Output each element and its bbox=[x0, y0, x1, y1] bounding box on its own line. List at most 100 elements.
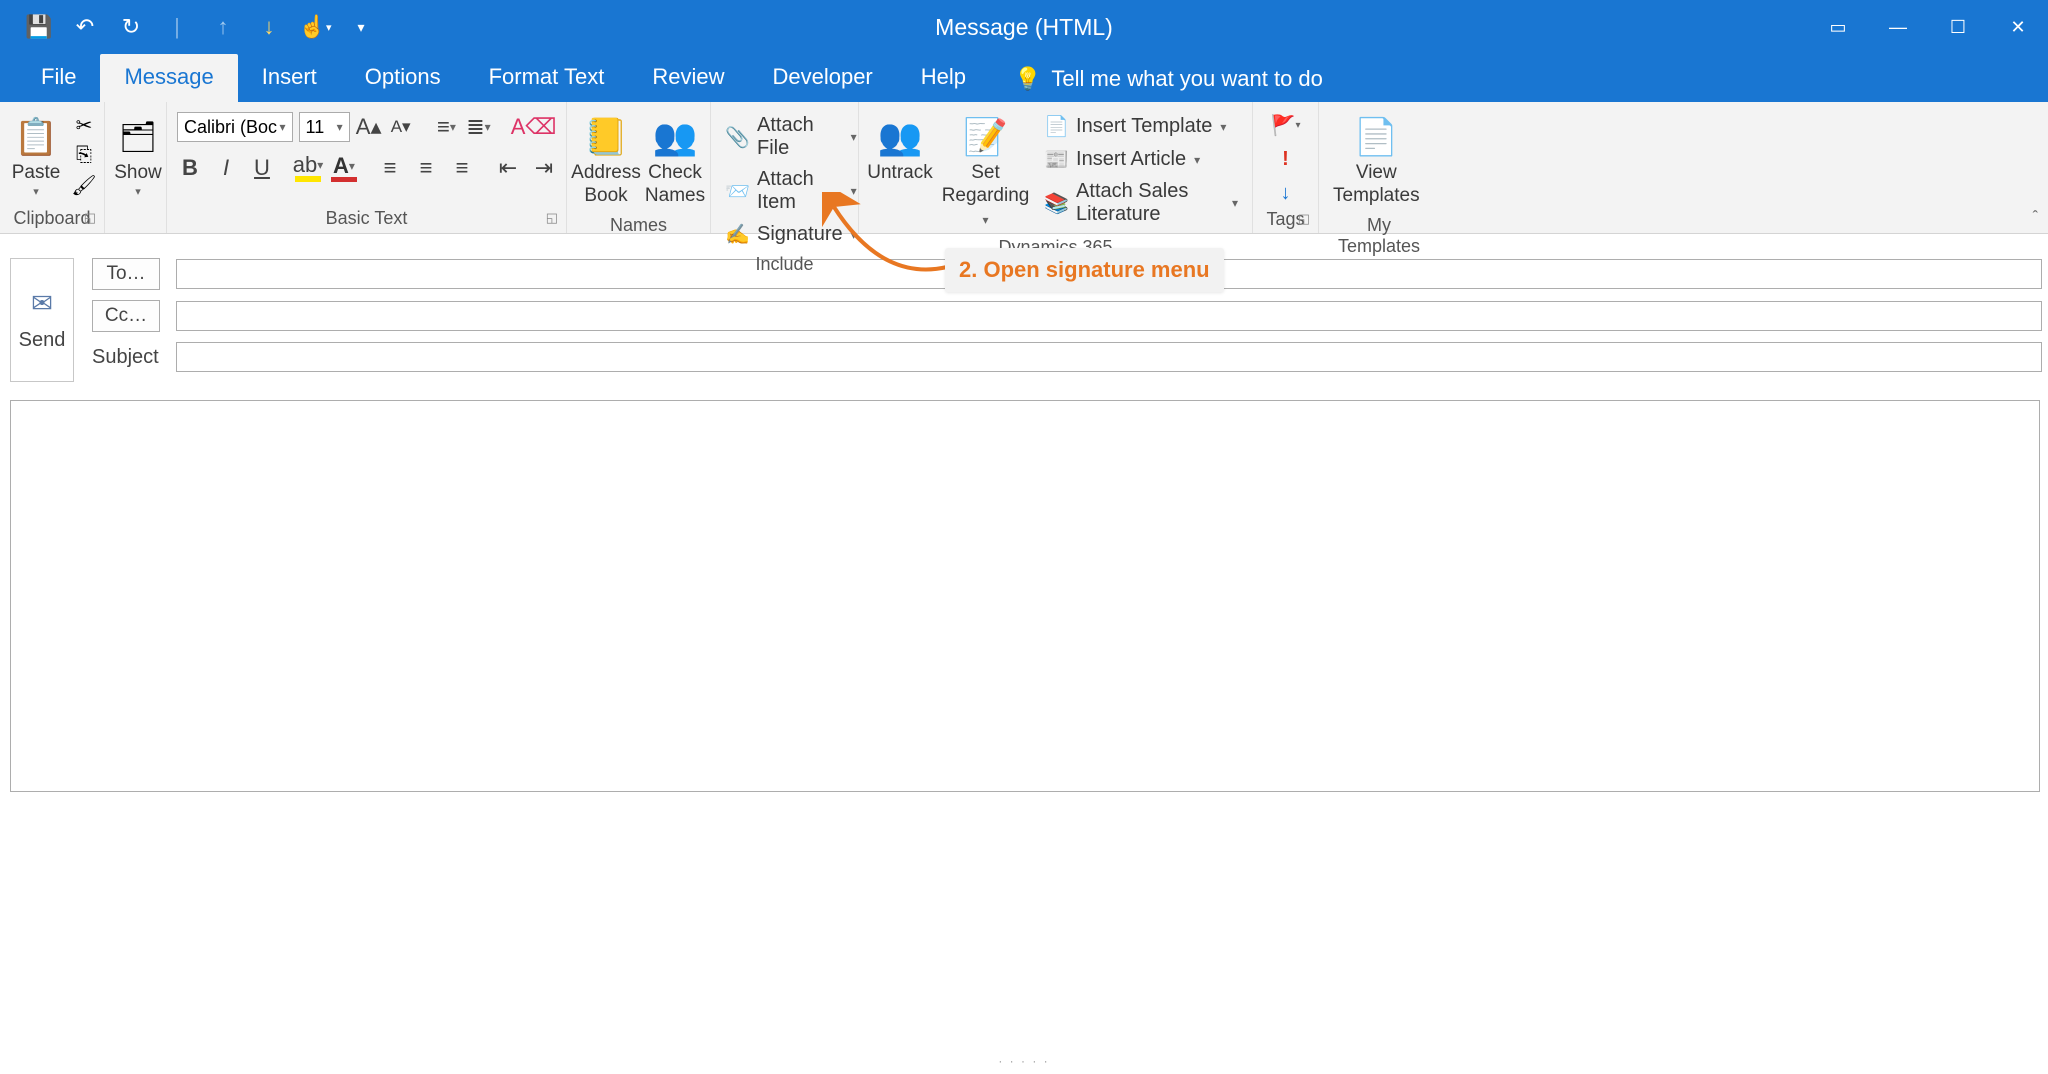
tell-me-search[interactable]: 💡 Tell me what you want to do bbox=[990, 56, 1347, 102]
check-names-label: Check Names bbox=[645, 162, 705, 208]
collapse-ribbon-icon[interactable]: ˆ bbox=[2033, 209, 2038, 227]
set-regarding-button[interactable]: 📝 Set Regarding ▾ bbox=[939, 108, 1032, 234]
maximize-button[interactable]: ☐ bbox=[1928, 0, 1988, 54]
include-group-label: Include bbox=[717, 251, 852, 279]
article-icon: 📰 bbox=[1044, 147, 1068, 172]
untrack-label: Untrack bbox=[867, 162, 932, 185]
subject-input[interactable] bbox=[176, 342, 2042, 372]
tags-launcher-icon[interactable]: ◱ bbox=[1298, 211, 1310, 227]
template-icon: 📄 bbox=[1044, 114, 1068, 139]
undo-icon[interactable]: ↶ bbox=[71, 13, 99, 41]
address-book-icon: 📒 bbox=[584, 112, 629, 162]
font-name-dropdown[interactable]: Calibri (Boc▾ bbox=[177, 112, 293, 142]
increase-indent-icon[interactable]: ⇥ bbox=[531, 154, 557, 182]
bold-button[interactable]: B bbox=[177, 154, 203, 182]
pages-icon: 🗂 bbox=[119, 112, 157, 162]
align-left-icon[interactable]: ≡ bbox=[377, 154, 403, 182]
highlight-color-button[interactable]: ab▾ bbox=[295, 154, 321, 182]
close-button[interactable]: ✕ bbox=[1988, 0, 2048, 54]
send-button[interactable]: ✉ Send bbox=[10, 258, 74, 382]
cc-input[interactable] bbox=[176, 301, 2042, 331]
italic-button[interactable]: I bbox=[213, 154, 239, 182]
align-center-icon[interactable]: ≡ bbox=[413, 154, 439, 182]
cut-icon[interactable]: ✂ bbox=[70, 112, 98, 138]
insert-template-button[interactable]: 📄Insert Template▾ bbox=[1036, 110, 1246, 143]
message-body[interactable] bbox=[10, 400, 2040, 792]
clipboard-launcher-icon[interactable]: ◱ bbox=[84, 210, 96, 226]
tab-format-text[interactable]: Format Text bbox=[465, 54, 629, 102]
tab-message[interactable]: Message bbox=[100, 54, 237, 102]
group-my-templates: 📄 View Templates My Templates bbox=[1319, 102, 1439, 233]
view-templates-icon: 📄 bbox=[1354, 112, 1399, 162]
up-arrow-icon[interactable]: ↑ bbox=[209, 13, 237, 41]
tab-options[interactable]: Options bbox=[341, 54, 465, 102]
shrink-font-icon[interactable]: A▾ bbox=[388, 113, 414, 141]
paste-button[interactable]: 📋 Paste ▾ bbox=[6, 108, 66, 202]
signature-label: Signature bbox=[757, 223, 843, 246]
address-book-label: Address Book bbox=[571, 162, 641, 208]
clipboard-group-label: Clipboard bbox=[13, 208, 90, 228]
attach-sales-button[interactable]: 📚Attach Sales Literature▾ bbox=[1036, 176, 1246, 230]
tab-insert[interactable]: Insert bbox=[238, 54, 341, 102]
group-show: 🗂 Show ▾ bbox=[105, 102, 167, 233]
clipboard-icon: 📋 bbox=[14, 112, 59, 162]
down-arrow-icon[interactable]: ↓ bbox=[255, 13, 283, 41]
view-templates-button[interactable]: 📄 View Templates bbox=[1325, 108, 1428, 212]
font-size-dropdown[interactable]: 11▾ bbox=[299, 112, 350, 142]
low-importance-icon[interactable]: ↓ bbox=[1272, 180, 1300, 206]
check-names-button[interactable]: 👥 Check Names bbox=[643, 108, 707, 212]
sales-literature-icon: 📚 bbox=[1044, 191, 1068, 216]
my-templates-group-label: My Templates bbox=[1325, 212, 1433, 261]
tab-help[interactable]: Help bbox=[897, 54, 990, 102]
tab-review[interactable]: Review bbox=[628, 54, 748, 102]
font-color-button[interactable]: A▾ bbox=[331, 154, 357, 182]
view-templates-label: View Templates bbox=[1333, 162, 1420, 208]
annotation-callout: 2. Open signature menu bbox=[945, 248, 1224, 292]
address-book-button[interactable]: 📒 Address Book bbox=[573, 108, 639, 212]
to-button[interactable]: To… bbox=[92, 258, 160, 290]
signature-button[interactable]: ✍Signature▾ bbox=[717, 218, 865, 251]
attach-file-button[interactable]: 📎Attach File▾ bbox=[717, 110, 865, 164]
insert-article-button[interactable]: 📰Insert Article▾ bbox=[1036, 143, 1246, 176]
tell-me-label: Tell me what you want to do bbox=[1051, 66, 1322, 92]
untrack-icon: 👥 bbox=[878, 112, 923, 162]
signature-icon: ✍ bbox=[725, 222, 749, 247]
numbering-icon[interactable]: ≣▾ bbox=[465, 113, 491, 141]
customize-qat-icon[interactable]: ▾ bbox=[347, 13, 375, 41]
check-names-icon: 👥 bbox=[653, 112, 698, 162]
paperclip-icon: 📎 bbox=[725, 125, 749, 150]
show-button[interactable]: 🗂 Show ▾ bbox=[111, 108, 165, 202]
lightbulb-icon: 💡 bbox=[1014, 66, 1041, 92]
basic-text-launcher-icon[interactable]: ◱ bbox=[546, 210, 558, 226]
subject-label: Subject bbox=[92, 346, 160, 369]
save-icon[interactable]: 💾 bbox=[25, 13, 53, 41]
cc-button[interactable]: Cc… bbox=[92, 300, 160, 332]
grow-font-icon[interactable]: A▴ bbox=[356, 113, 382, 141]
quick-access-toolbar: 💾 ↶ ↻ | ↑ ↓ ☝▾ ▾ bbox=[0, 13, 375, 41]
decrease-indent-icon[interactable]: ⇤ bbox=[495, 154, 521, 182]
ribbon-display-icon[interactable]: ▭ bbox=[1808, 0, 1868, 54]
attach-item-button[interactable]: 📨Attach Item▾ bbox=[717, 164, 865, 218]
redo-icon[interactable]: ↻ bbox=[117, 13, 145, 41]
touch-icon[interactable]: ☝▾ bbox=[301, 13, 329, 41]
tab-file[interactable]: File bbox=[17, 54, 100, 102]
high-importance-icon[interactable]: ! bbox=[1272, 146, 1300, 172]
envelope-icon: ✉ bbox=[31, 288, 53, 319]
clear-formatting-icon[interactable]: A⌫ bbox=[511, 113, 556, 141]
ribbon-tabs: File Message Insert Options Format Text … bbox=[0, 54, 2048, 102]
font-size-value: 11 bbox=[306, 117, 325, 138]
bullets-icon[interactable]: ≡▾ bbox=[433, 113, 459, 141]
untrack-button[interactable]: 👥 Untrack bbox=[865, 108, 935, 189]
group-names: 📒 Address Book 👥 Check Names Names bbox=[567, 102, 711, 233]
attach-item-label: Attach Item bbox=[757, 168, 843, 214]
window-title: Message (HTML) bbox=[935, 14, 1113, 41]
align-right-icon[interactable]: ≡ bbox=[449, 154, 475, 182]
copy-icon[interactable]: ⎘ bbox=[70, 142, 98, 168]
underline-button[interactable]: U bbox=[249, 154, 275, 182]
format-painter-icon[interactable]: 🖌 bbox=[70, 172, 98, 198]
minimize-button[interactable]: — bbox=[1868, 0, 1928, 54]
tab-developer[interactable]: Developer bbox=[748, 54, 896, 102]
names-group-label: Names bbox=[573, 212, 704, 240]
follow-up-icon[interactable]: 🚩▾ bbox=[1272, 112, 1300, 138]
title-bar: 💾 ↶ ↻ | ↑ ↓ ☝▾ ▾ Message (HTML) ▭ — ☐ ✕ bbox=[0, 0, 2048, 54]
